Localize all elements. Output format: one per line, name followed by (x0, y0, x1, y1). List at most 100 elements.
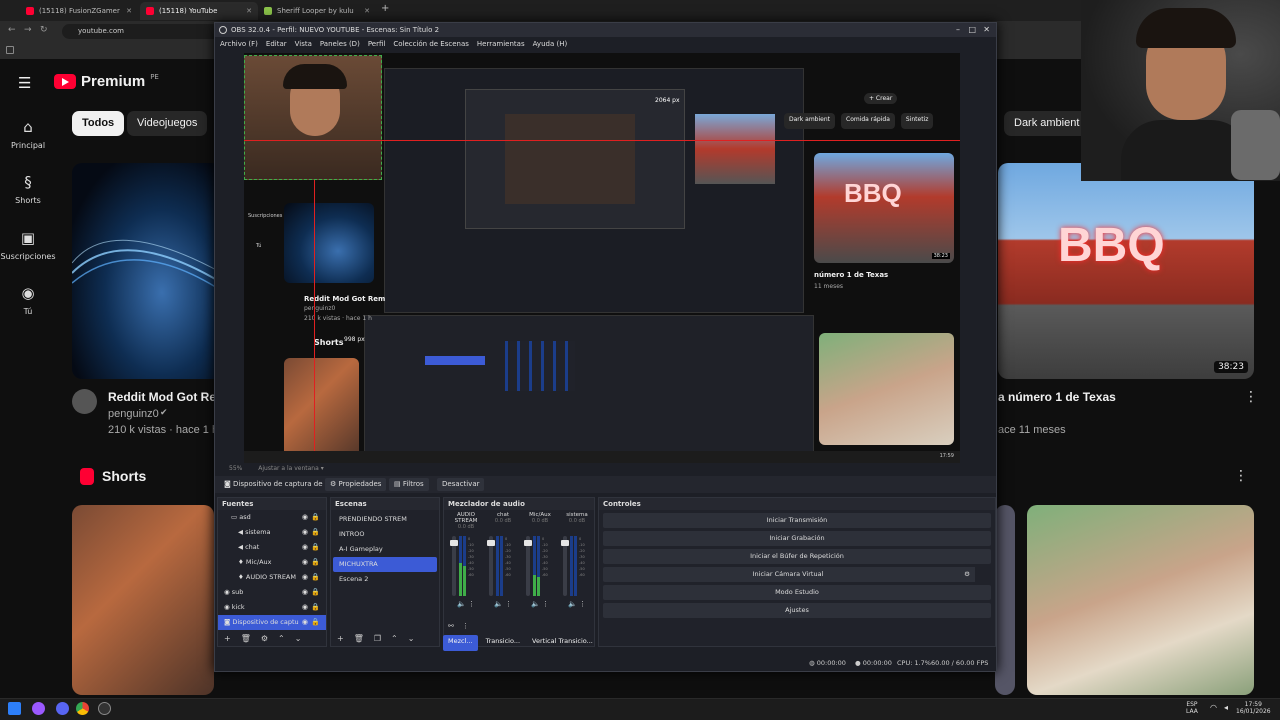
short-thumbnail[interactable] (995, 505, 1015, 695)
speaker-icon[interactable]: 🔈 (531, 600, 542, 608)
lock-icon[interactable]: 🔒 (311, 615, 320, 630)
youtube-logo[interactable]: Premium PE (54, 73, 159, 90)
scene-item[interactable]: Escena 2 (333, 572, 437, 587)
fit-dropdown[interactable]: Ajustar a la ventana (258, 465, 319, 472)
windows-start-icon[interactable] (8, 702, 21, 715)
control-button[interactable]: Iniciar el Búfer de Repetición (603, 549, 991, 564)
volume-fader[interactable] (524, 536, 532, 596)
arrow-up-icon[interactable]: ⌃ (391, 632, 398, 646)
source-item[interactable]: ◉ kick ◉ 🔒 (218, 600, 326, 615)
menu-paneles[interactable]: Paneles (D) (320, 37, 360, 51)
close-icon[interactable]: ✕ (983, 23, 990, 37)
control-button[interactable]: Iniciar Transmisión (603, 513, 991, 528)
selected-source-box[interactable] (244, 55, 382, 180)
scene-item[interactable]: INTROO (333, 527, 437, 542)
visibility-eye-icon[interactable]: ◉ (302, 510, 308, 525)
control-button[interactable]: Iniciar Cámara Virtual ⚙ (603, 567, 975, 582)
source-item[interactable]: ◉ sub ◉ 🔒 (218, 585, 326, 600)
clock[interactable]: 17:59 16/01/2026 (1236, 701, 1271, 715)
chip-dark-ambient[interactable]: Dark ambient (1004, 111, 1090, 136)
channel-name[interactable]: penguinz0 (108, 408, 159, 420)
close-icon[interactable]: ✕ (246, 7, 252, 15)
lock-icon[interactable]: 🔒 (311, 525, 320, 540)
scene-item[interactable]: PRENDIENDO STREM (333, 512, 437, 527)
short-thumbnail[interactable] (1027, 505, 1254, 695)
control-button[interactable]: Modo Estudio (603, 585, 991, 600)
properties-button[interactable]: ⚙ Propiedades (325, 478, 387, 491)
menu-editar[interactable]: Editar (266, 37, 287, 51)
menu-ayuda[interactable]: Ayuda (H) (533, 37, 568, 51)
add-icon[interactable]: + (337, 632, 344, 646)
maximize-icon[interactable]: □ (968, 23, 976, 37)
trash-icon[interactable]: 🗑 (241, 632, 251, 646)
control-button[interactable]: Ajustes (603, 603, 991, 618)
menu-archivo[interactable]: Archivo (F) (220, 37, 258, 51)
menu-herramientas[interactable]: Herramientas (477, 37, 525, 51)
scene-item[interactable]: MICHUXTRA (333, 557, 437, 572)
more-options-icon[interactable]: ⋮ (579, 600, 586, 608)
lock-icon[interactable]: 🔒 (311, 570, 320, 585)
visibility-eye-icon[interactable]: ◉ (302, 555, 308, 570)
apps-icon[interactable] (6, 46, 14, 54)
video-thumbnail[interactable] (72, 163, 222, 379)
source-item[interactable]: ♦ Mic/Aux ◉ 🔒 (218, 555, 326, 570)
lock-icon[interactable]: 🔒 (311, 555, 320, 570)
sidebar-item-shorts[interactable]: § Shorts (0, 174, 56, 205)
visibility-eye-icon[interactable]: ◉ (302, 525, 308, 540)
filters-button[interactable]: ▤ Filtros (389, 478, 429, 491)
chip-todos[interactable]: Todos (72, 111, 125, 136)
avatar[interactable] (72, 389, 97, 414)
tab-transitions[interactable]: Transicio... (482, 635, 524, 651)
video-title[interactable]: a número 1 de Texas (998, 390, 1116, 404)
video-thumbnail[interactable]: BBQ 38:23 (998, 163, 1254, 379)
visibility-eye-icon[interactable]: ◉ (302, 615, 308, 630)
volume-icon[interactable]: ◂ (1224, 703, 1228, 712)
new-tab-button[interactable]: + (381, 3, 389, 14)
arrow-down-icon[interactable]: ⌄ (295, 632, 302, 646)
source-item[interactable]: ◙ Dispositivo de captu ◉ 🔒 (218, 615, 326, 630)
add-icon[interactable]: + (224, 632, 231, 646)
chip-videojuegos[interactable]: Videojuegos (127, 111, 208, 136)
tab-mixer[interactable]: Mezcl... (443, 635, 478, 651)
fader-knob[interactable] (524, 540, 532, 547)
reload-icon[interactable]: ↻ (40, 25, 48, 35)
source-item[interactable]: ♦ AUDIO STREAM ◉ 🔒 (218, 570, 326, 585)
close-icon[interactable]: ✕ (364, 7, 370, 15)
visibility-eye-icon[interactable]: ◉ (302, 585, 308, 600)
sidebar-item-subscriptions[interactable]: ▣ Suscripciones (0, 230, 56, 261)
fader-knob[interactable] (561, 540, 569, 547)
zoom-level[interactable]: 55% (229, 465, 242, 472)
tab-vertical-transitions[interactable]: Vertical Transicio... (528, 635, 597, 651)
more-options-icon[interactable]: ⋮ (505, 600, 512, 608)
forward-icon[interactable]: → (24, 25, 32, 35)
wifi-icon[interactable]: ◠ (1210, 703, 1217, 712)
gear-icon[interactable]: ⚙ (261, 632, 268, 646)
obs-taskbar-icon[interactable] (98, 702, 111, 715)
discord-icon[interactable] (56, 702, 69, 715)
scene-item[interactable]: A-I Gameplay (333, 542, 437, 557)
control-button[interactable]: Iniciar Grabación (603, 531, 991, 546)
language-indicator[interactable]: ESP LAA (1186, 701, 1198, 715)
more-options-icon[interactable]: ⋮ (1244, 389, 1258, 405)
source-item[interactable]: ▭ asd ◉ 🔒 (218, 510, 326, 525)
sidebar-item-you[interactable]: ◉ Tú (0, 285, 56, 316)
close-icon[interactable]: ✕ (126, 7, 132, 15)
volume-fader[interactable] (450, 536, 458, 596)
speaker-icon[interactable]: 🔈 (568, 600, 579, 608)
lock-icon[interactable]: 🔒 (311, 585, 320, 600)
back-icon[interactable]: ← (8, 25, 16, 35)
lock-icon[interactable]: 🔒 (311, 540, 320, 555)
browser-tab-active[interactable]: (15118) YouTube ✕ (140, 2, 258, 20)
obs-preview-canvas[interactable]: 2064 px BBQ 38:23 número 1 de Texas 11 m… (244, 53, 960, 463)
visibility-eye-icon[interactable]: ◉ (302, 570, 308, 585)
visibility-eye-icon[interactable]: ◉ (302, 600, 308, 615)
copy-icon[interactable]: ❐ (374, 632, 381, 646)
url-field[interactable]: youtube.com (62, 24, 222, 39)
short-thumbnail[interactable] (72, 505, 214, 695)
more-options-icon[interactable]: ⋮ (462, 622, 469, 630)
trash-icon[interactable]: 🗑 (354, 632, 364, 646)
fader-knob[interactable] (450, 540, 458, 547)
sidebar-item-principal[interactable]: ⌂ Principal (0, 119, 56, 150)
browser-tab[interactable]: (15118) FusionZGamer - YouTub ✕ (20, 2, 138, 20)
minimize-icon[interactable]: – (956, 23, 960, 37)
